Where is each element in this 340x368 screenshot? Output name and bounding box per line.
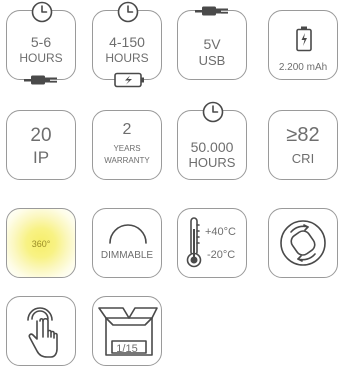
cri-value: ≥82: [286, 124, 320, 146]
beam-angle-tile: 360°: [6, 208, 76, 278]
rotatable-tile: [268, 208, 338, 278]
lifetime-50000-hours-tile: 50.000 HOURS: [177, 101, 247, 180]
beam-angle-label: 360°: [31, 239, 51, 249]
lifetime-5-6-hours-tile: 5-6 HOURS: [6, 1, 76, 85]
hours-value: 5-6: [30, 34, 52, 50]
battery-icon: [296, 26, 312, 52]
warranty-years-label: YEARS: [113, 144, 141, 153]
charging-battery-icon: [114, 72, 144, 88]
rotate-icon: [280, 220, 326, 266]
cri-label: CRI: [291, 151, 315, 166]
touch-hand-icon: [27, 307, 58, 358]
hours-unit: HOURS: [19, 51, 63, 65]
cri-tile: ≥82 CRI: [268, 110, 338, 180]
operating-temperature-tile: +40°C -20°C: [177, 208, 247, 278]
plug-icon: [24, 75, 57, 85]
hours-unit: HOURS: [105, 51, 149, 65]
usb-plug-icon: [195, 6, 228, 16]
ip-rating-tile: 20 IP: [6, 110, 76, 180]
hours-value: 4-150: [109, 34, 145, 50]
usb-5v-tile: 5V USB: [177, 6, 247, 80]
hours-value: 50.000: [190, 139, 234, 155]
ip-value: 20: [30, 125, 52, 146]
usb-label: USB: [198, 53, 226, 68]
min-temperature: -20°C: [207, 249, 236, 261]
warranty-label: WARRANTY: [104, 156, 150, 165]
battery-capacity-tile: 2.200 mAh: [268, 10, 338, 80]
ip-label: IP: [32, 148, 50, 167]
voltage-value: 5V: [203, 36, 221, 52]
dimmer-arc-icon: [109, 224, 147, 244]
max-temperature: +40°C: [205, 226, 237, 238]
dimmable-label: DIMMABLE: [100, 250, 154, 261]
clock-icon: [31, 1, 53, 23]
clock-icon: [202, 101, 224, 123]
dimmable-tile: DIMMABLE: [92, 208, 162, 278]
touch-control-tile: [6, 296, 76, 366]
warranty-years-value: 2: [122, 121, 132, 138]
hours-unit: HOURS: [188, 155, 236, 170]
package-quantity-label: 1/15: [116, 343, 138, 355]
clock-icon: [117, 1, 139, 23]
warranty-tile: 2 YEARS WARRANTY: [92, 110, 162, 180]
thermometer-icon: [186, 217, 202, 268]
package-quantity-tile: 1/15: [92, 296, 162, 366]
lifetime-4-150-hours-tile: 4-150 HOURS: [92, 1, 162, 88]
battery-capacity: 2.200 mAh: [278, 62, 328, 73]
